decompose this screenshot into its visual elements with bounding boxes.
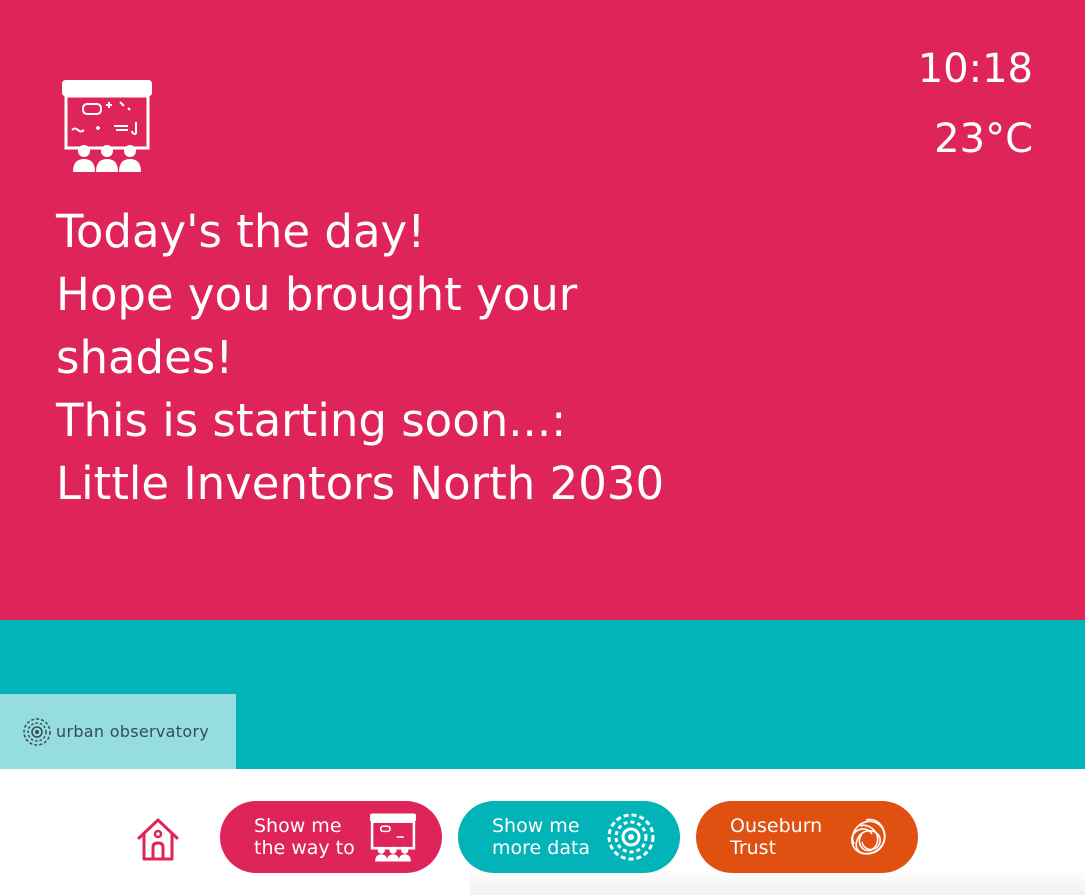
show-me-more-data-button[interactable]: Show me more data	[458, 801, 680, 873]
ouseburn-trust-logo-icon	[851, 818, 886, 855]
data-radar-icon	[607, 813, 655, 861]
message-line: Hope you brought your	[56, 268, 578, 321]
clock-time: 10:18	[917, 46, 1033, 92]
hero-panel: 10:18 23°C Today's the day! Hope you bro…	[0, 0, 1085, 620]
home-button[interactable]	[130, 811, 186, 867]
label-line: the way to	[254, 837, 355, 859]
label-line: Show me	[492, 815, 580, 837]
urban-observatory-label: urban observatory	[56, 722, 210, 741]
event-title: Little Inventors North 2030	[56, 457, 665, 510]
message-line: This is starting soon...:	[56, 394, 567, 447]
show-me-the-way-button[interactable]: Show me the way to	[220, 801, 442, 873]
event-message: Today's the day! Hope you brought your s…	[56, 200, 756, 515]
home-icon	[137, 818, 179, 861]
temperature-readout: 23°C	[934, 116, 1033, 162]
ouseburn-trust-button[interactable]: Ouseburn Trust	[696, 801, 918, 873]
label-line: more data	[492, 837, 591, 859]
message-line: Today's the day!	[56, 205, 426, 258]
message-line: shades!	[56, 331, 234, 384]
urban-observatory-logo-icon	[23, 717, 51, 746]
show-me-more-data-label: Show me more data	[492, 815, 590, 859]
label-line: Show me	[254, 815, 342, 837]
ouseburn-trust-label: Ouseburn Trust	[730, 815, 822, 859]
event-stall-icon	[62, 80, 152, 172]
event-stall-icon	[370, 813, 416, 862]
label-line: Trust	[730, 837, 777, 859]
urban-observatory-badge: urban observatory	[0, 694, 236, 769]
show-me-the-way-label: Show me the way to	[254, 815, 355, 859]
label-line: Ouseburn	[730, 815, 823, 837]
